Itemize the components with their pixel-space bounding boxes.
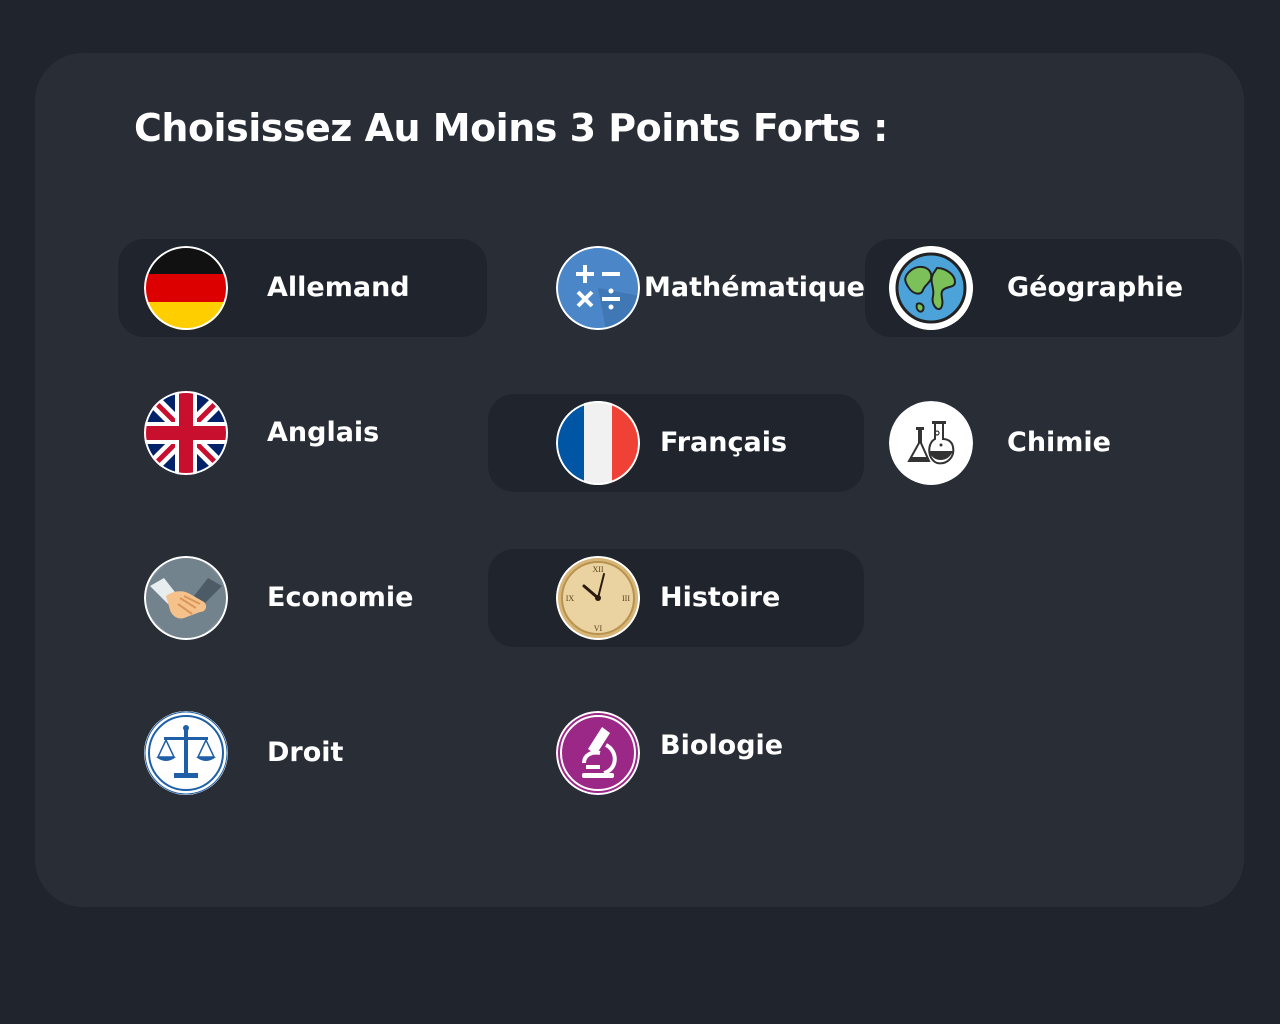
subject-option-biologie[interactable]: Biologie: [488, 704, 864, 802]
subject-label: Géographie: [1007, 272, 1184, 303]
subject-label: Anglais: [267, 417, 380, 448]
subject-label: Histoire: [660, 582, 781, 613]
uk-flag-icon: [144, 391, 228, 475]
subject-label: Mathématiques: [644, 272, 881, 303]
subject-option-francais[interactable]: Français: [488, 394, 864, 492]
subject-option-geographie[interactable]: Géographie: [865, 239, 1242, 337]
subject-option-chimie[interactable]: Chimie: [865, 394, 1242, 492]
subject-option-mathematiques[interactable]: Mathématiques: [488, 239, 881, 337]
subject-option-droit[interactable]: Droit: [118, 704, 487, 802]
clock-icon: XII III VI IX: [556, 556, 640, 640]
svg-text:III: III: [622, 594, 630, 603]
subject-label: Français: [660, 427, 788, 458]
svg-text:XII: XII: [592, 565, 603, 574]
scales-icon: [144, 711, 228, 795]
handshake-icon: [144, 556, 228, 640]
microscope-icon: [556, 711, 640, 795]
subject-option-anglais[interactable]: Anglais: [118, 384, 487, 482]
subject-label: Chimie: [1007, 427, 1111, 458]
subject-option-economie[interactable]: Economie: [118, 549, 487, 647]
germany-flag-icon: [144, 246, 228, 330]
france-flag-icon: [556, 401, 640, 485]
subject-label: Economie: [267, 582, 414, 613]
subject-option-histoire[interactable]: XII III VI IX Histoire: [488, 549, 864, 647]
globe-icon: [889, 246, 973, 330]
subject-label: Allemand: [267, 272, 410, 303]
flasks-icon: [889, 401, 973, 485]
svg-text:IX: IX: [566, 594, 575, 603]
math-operators-icon: [556, 246, 640, 330]
page-title: Choisissez Au Moins 3 Points Forts :: [134, 106, 888, 150]
subject-label: Droit: [267, 737, 344, 768]
subject-label: Biologie: [660, 730, 784, 761]
subject-option-allemand[interactable]: Allemand: [118, 239, 487, 337]
svg-text:VI: VI: [594, 624, 603, 633]
